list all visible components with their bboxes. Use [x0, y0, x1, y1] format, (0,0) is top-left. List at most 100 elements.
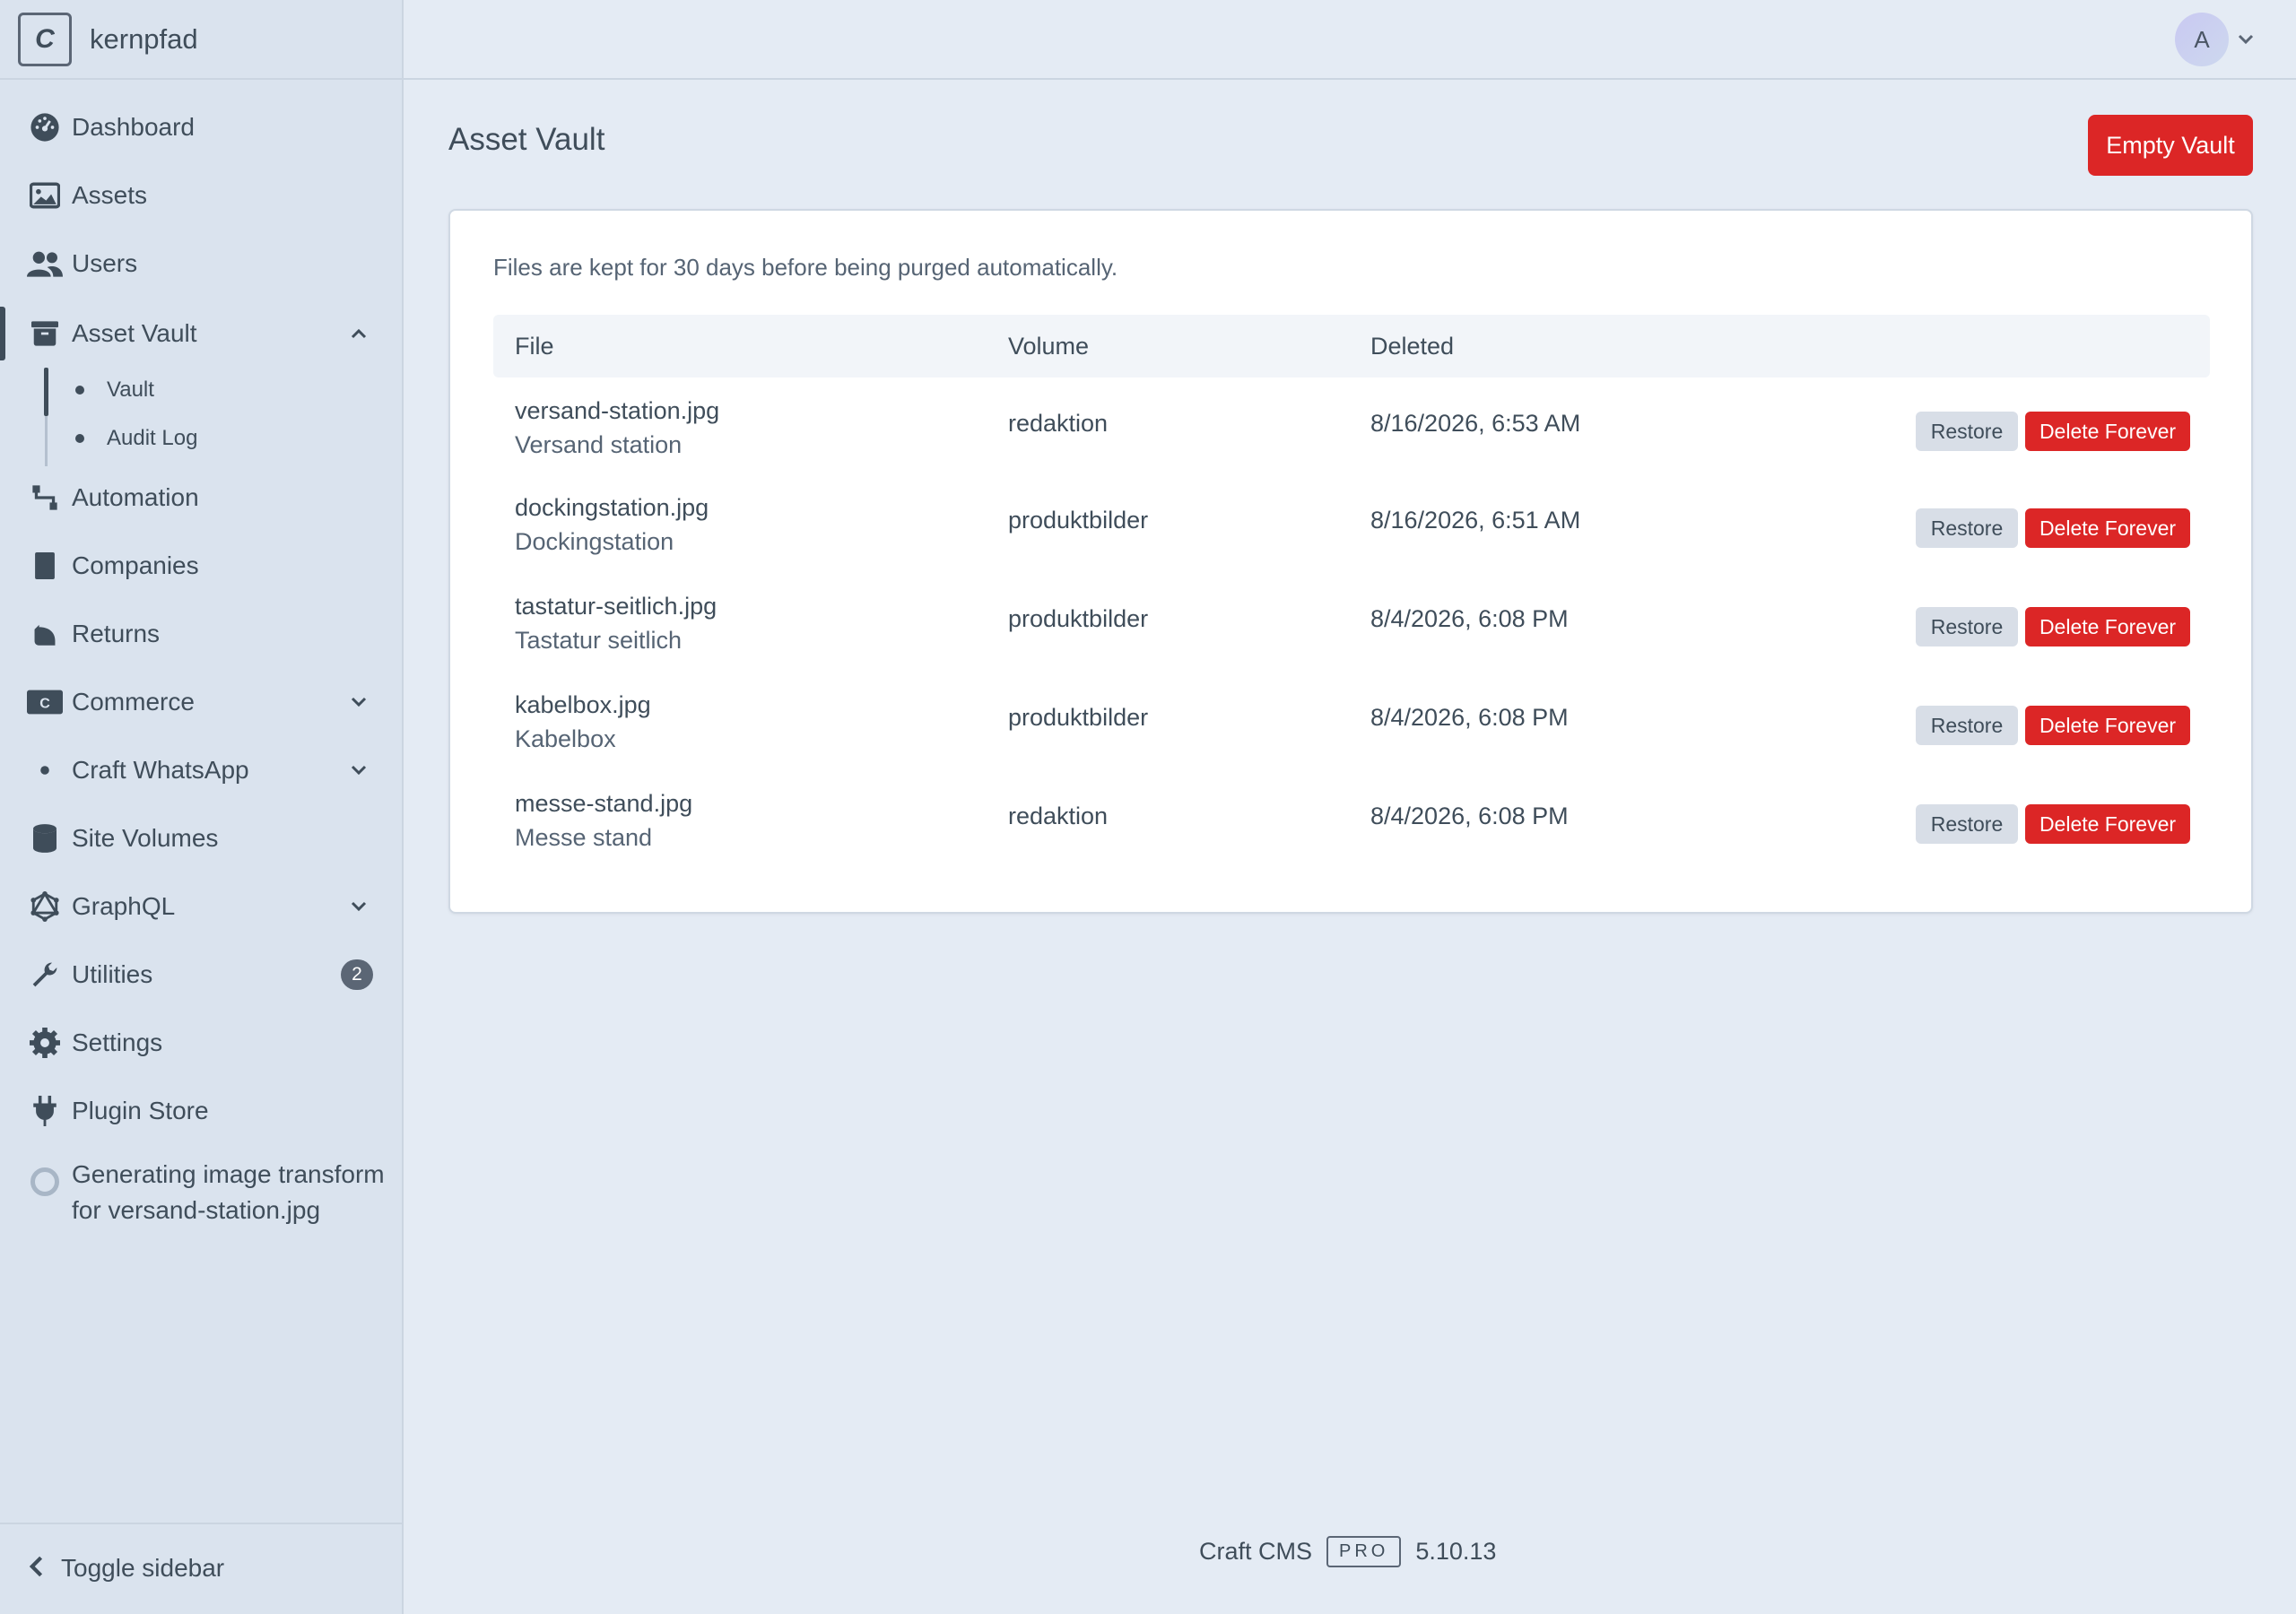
- sidebar-item-label: Automation: [72, 483, 199, 511]
- delete-forever-button[interactable]: Delete Forever: [2025, 412, 2190, 451]
- sidebar-item-returns[interactable]: Returns: [0, 607, 402, 661]
- sidebar-item-label: Commerce: [72, 688, 195, 716]
- delete-forever-button[interactable]: Delete Forever: [2025, 607, 2190, 646]
- avatar[interactable]: A: [2175, 13, 2229, 66]
- users-icon: [27, 246, 63, 282]
- file-cell: dockingstation.jpg Dockingstation: [515, 490, 709, 559]
- sidebar-item-plugin-store[interactable]: Plugin Store: [0, 1084, 402, 1138]
- file-cell: versand-station.jpg Versand station: [515, 394, 719, 462]
- app-footer: Craft CMS PRO 5.10.13: [1199, 1532, 1496, 1571]
- database-icon: [27, 820, 63, 856]
- table-row: messe-stand.jpg Messe stand redaktion 8/…: [493, 777, 2210, 876]
- building-icon: [27, 548, 63, 584]
- sidebar-subitem-label: Vault: [107, 377, 154, 402]
- file-title: Tastatur seitlich: [515, 627, 683, 654]
- sidebar-item-craft-whatsapp[interactable]: Craft WhatsApp: [0, 743, 402, 797]
- deleted-date-cell: 8/16/2026, 6:53 AM: [1370, 410, 1581, 437]
- deleted-date-cell: 8/4/2026, 6:08 PM: [1370, 803, 1569, 829]
- edition-badge[interactable]: PRO: [1326, 1535, 1402, 1567]
- sidebar-subitem-vault[interactable]: Vault: [0, 368, 402, 412]
- chevron-down-icon[interactable]: [346, 690, 371, 715]
- chevron-down-icon[interactable]: [346, 894, 371, 919]
- restore-button[interactable]: Restore: [1916, 607, 2018, 646]
- restore-button[interactable]: Restore: [1916, 508, 2018, 548]
- svg-text:C: C: [39, 697, 50, 712]
- sidebar-item-graphql[interactable]: GraphQL: [0, 880, 402, 933]
- wrench-icon: [27, 957, 63, 993]
- column-header-deleted: Deleted: [1370, 333, 1455, 360]
- file-name: messe-stand.jpg: [515, 790, 693, 817]
- volume-cell: produktbilder: [1008, 507, 1149, 534]
- sidebar-item-label: Dashboard: [72, 113, 195, 141]
- plug-icon: [27, 1093, 63, 1129]
- file-name: tastatur-seitlich.jpg: [515, 593, 718, 620]
- file-title: Kabelbox: [515, 725, 616, 752]
- table-row: kabelbox.jpg Kabelbox produktbilder 8/4/…: [493, 679, 2210, 777]
- sidebar-item-dashboard[interactable]: Dashboard: [0, 100, 402, 154]
- sidebar-item-commerce[interactable]: C Commerce: [0, 675, 402, 729]
- delete-forever-button[interactable]: Delete Forever: [2025, 508, 2190, 548]
- sidebar-item-site-volumes[interactable]: Site Volumes: [0, 811, 402, 865]
- table-header: File Volume Deleted: [493, 315, 2210, 377]
- deleted-date-cell: 8/4/2026, 6:08 PM: [1370, 704, 1569, 731]
- sidebar-item-label: Asset Vault: [72, 319, 197, 347]
- file-cell: tastatur-seitlich.jpg Tastatur seitlich: [515, 589, 717, 657]
- site-brand[interactable]: C kernpfad: [0, 0, 402, 80]
- sidebar-item-companies[interactable]: Companies: [0, 539, 402, 593]
- product-name: Craft CMS: [1199, 1537, 1313, 1565]
- toggle-sidebar-button[interactable]: Toggle sidebar: [27, 1546, 224, 1591]
- archive-icon: [27, 316, 63, 351]
- chevron-down-icon[interactable]: [2233, 27, 2258, 52]
- deleted-date-cell: 8/4/2026, 6:08 PM: [1370, 605, 1569, 632]
- chevron-down-icon[interactable]: [346, 758, 371, 783]
- sidebar-item-assets[interactable]: Assets: [0, 169, 402, 222]
- spinner-icon: [30, 1167, 59, 1196]
- file-title: Versand station: [515, 431, 683, 458]
- sidebar-item-asset-vault[interactable]: Asset Vault: [0, 307, 402, 360]
- restore-button[interactable]: Restore: [1916, 804, 2018, 844]
- job-progress[interactable]: Generating image transform for versand-s…: [0, 1157, 402, 1237]
- volume-cell: produktbilder: [1008, 605, 1149, 632]
- sidebar-item-label: Site Volumes: [72, 824, 219, 852]
- sidebar-item-label: Users: [72, 249, 138, 277]
- restore-button[interactable]: Restore: [1916, 412, 2018, 451]
- site-name: kernpfad: [90, 22, 198, 55]
- volume-cell: redaktion: [1008, 410, 1109, 437]
- sidebar-item-label: Settings: [72, 1028, 163, 1056]
- file-title: Messe stand: [515, 824, 653, 851]
- file-name: versand-station.jpg: [515, 397, 720, 424]
- deleted-date-cell: 8/16/2026, 6:51 AM: [1370, 507, 1581, 534]
- sidebar-item-users[interactable]: Users: [0, 237, 402, 291]
- version-number: 5.10.13: [1415, 1537, 1497, 1565]
- file-name: dockingstation.jpg: [515, 494, 709, 521]
- column-header-file: File: [515, 333, 554, 360]
- table-row: tastatur-seitlich.jpg Tastatur seitlich …: [493, 580, 2210, 679]
- sidebar-item-label: GraphQL: [72, 892, 176, 920]
- sidebar-item-label: Returns: [72, 620, 161, 647]
- retention-note: Files are kept for 30 days before being …: [493, 254, 1118, 281]
- bullet-icon: [75, 386, 84, 395]
- delete-forever-button[interactable]: Delete Forever: [2025, 706, 2190, 745]
- sidebar-item-label: Craft WhatsApp: [72, 756, 249, 784]
- gear-icon: [27, 1025, 63, 1061]
- file-name: kabelbox.jpg: [515, 691, 651, 718]
- sidebar-subitem-audit-log[interactable]: Audit Log: [0, 416, 402, 461]
- bullet-icon: [27, 752, 63, 788]
- file-title: Dockingstation: [515, 528, 674, 555]
- chevron-up-icon[interactable]: [346, 321, 371, 346]
- sidebar-item-settings[interactable]: Settings: [0, 1016, 402, 1070]
- sidebar-item-utilities[interactable]: Utilities 2: [0, 948, 402, 1002]
- delete-forever-button[interactable]: Delete Forever: [2025, 804, 2190, 844]
- sidebar-item-label: Assets: [72, 181, 148, 209]
- sidebar-item-label: Plugin Store: [72, 1097, 209, 1124]
- page-title: Asset Vault: [448, 122, 605, 157]
- sidebar-item-automation[interactable]: Automation: [0, 471, 402, 525]
- bullet-icon: [75, 434, 84, 443]
- file-cell: kabelbox.jpg Kabelbox: [515, 688, 651, 756]
- sidebar-item-label: Companies: [72, 551, 199, 579]
- table-row: dockingstation.jpg Dockingstation produk…: [493, 482, 2210, 580]
- empty-vault-button[interactable]: Empty Vault: [2088, 115, 2253, 176]
- restore-button[interactable]: Restore: [1916, 706, 2018, 745]
- volume-cell: produktbilder: [1008, 704, 1149, 731]
- toggle-sidebar-label: Toggle sidebar: [61, 1554, 225, 1582]
